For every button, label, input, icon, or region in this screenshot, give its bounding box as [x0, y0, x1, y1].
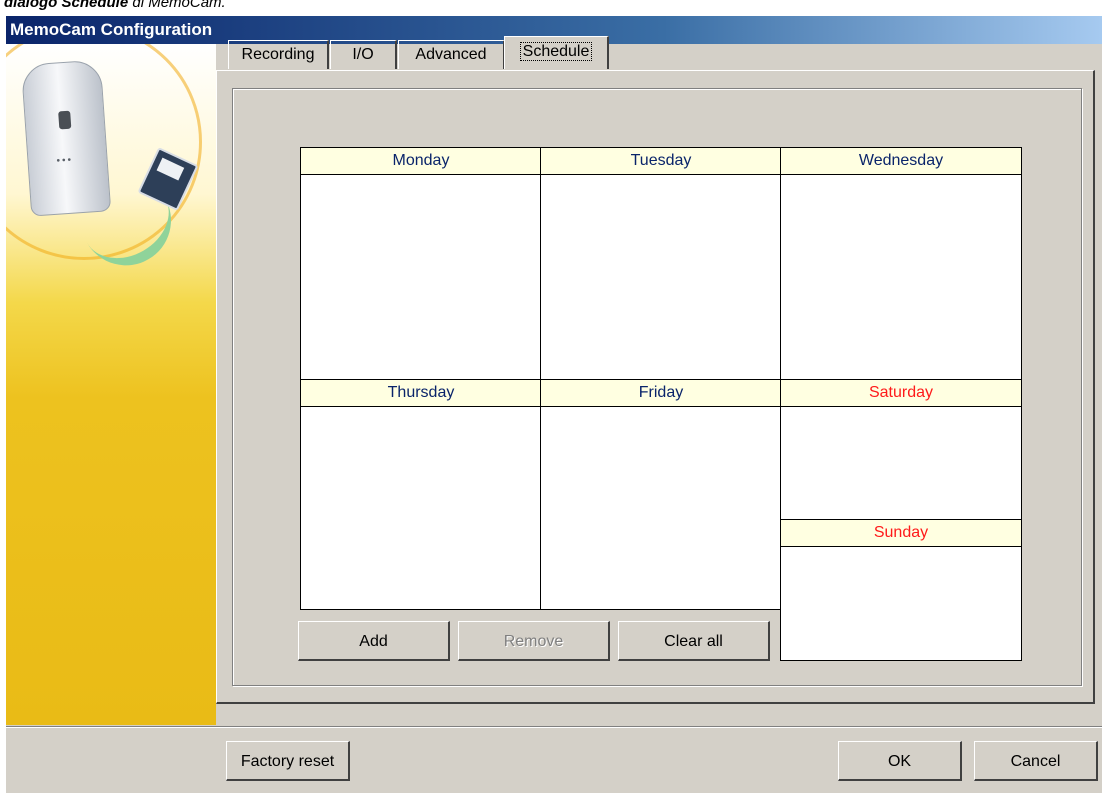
day-friday[interactable]: Friday — [540, 379, 782, 610]
day-wednesday-header: Wednesday — [781, 148, 1021, 175]
tab-io[interactable]: I/O — [330, 40, 397, 69]
tab-recording-label: Recording — [241, 46, 315, 63]
day-friday-header: Friday — [541, 380, 781, 407]
day-sunday[interactable]: Sunday — [780, 519, 1022, 661]
caption-suffix: di MemoCam. — [132, 0, 226, 11]
day-tuesday[interactable]: Tuesday — [540, 147, 782, 381]
ok-label: OK — [887, 753, 912, 770]
tab-recording[interactable]: Recording — [228, 40, 329, 69]
caption-prefix: dialogo — [4, 0, 58, 11]
add-button[interactable]: Add — [298, 621, 450, 661]
ok-button[interactable]: OK — [838, 741, 962, 781]
day-thursday[interactable]: Thursday — [300, 379, 542, 610]
memory-card-label-icon — [156, 157, 185, 181]
day-thursday-header: Thursday — [301, 380, 541, 407]
factory-reset-label: Factory reset — [240, 753, 335, 770]
tab-advanced-label: Advanced — [415, 46, 487, 63]
tab-schedule-label: Schedule — [519, 42, 593, 61]
remove-button[interactable]: Remove — [458, 621, 610, 661]
day-sunday-header: Sunday — [781, 520, 1021, 547]
day-monday[interactable]: Monday — [300, 147, 542, 381]
caption-bold: Schedule — [61, 0, 129, 11]
window-title: MemoCam Configuration — [10, 20, 213, 39]
day-saturday[interactable]: Saturday — [780, 379, 1022, 520]
tab-schedule[interactable]: Schedule — [504, 36, 609, 69]
add-label: Add — [359, 633, 388, 650]
day-monday-header: Monday — [301, 148, 541, 175]
day-saturday-header: Saturday — [781, 380, 1021, 407]
camera-device-icon: ••• — [20, 59, 112, 217]
factory-reset-button[interactable]: Factory reset — [226, 741, 350, 781]
sidebar-banner: ••• — [6, 44, 216, 725]
cancel-button[interactable]: Cancel — [974, 741, 1098, 781]
clear-all-label: Clear all — [664, 633, 723, 650]
clear-all-button[interactable]: Clear all — [618, 621, 770, 661]
camera-lens-icon — [58, 110, 72, 130]
led-dots-icon: ••• — [56, 154, 74, 167]
tab-io-label: I/O — [352, 46, 374, 63]
page-caption: dialogo Schedule di MemoCam. — [4, 0, 226, 11]
remove-label: Remove — [503, 633, 564, 650]
cancel-label: Cancel — [1010, 753, 1061, 770]
day-tuesday-header: Tuesday — [541, 148, 781, 175]
tab-advanced[interactable]: Advanced — [398, 40, 505, 69]
footer-separator — [6, 726, 1102, 728]
day-wednesday[interactable]: Wednesday — [780, 147, 1022, 381]
